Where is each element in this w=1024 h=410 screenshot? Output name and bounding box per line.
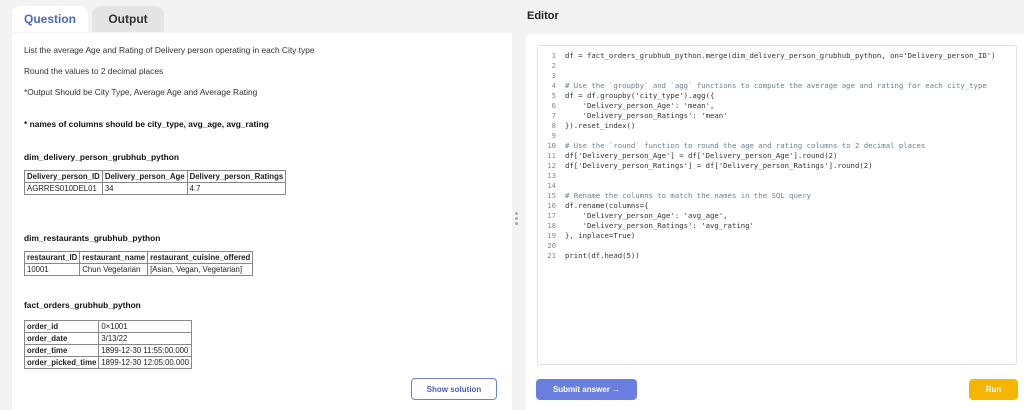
tab-question[interactable]: Question xyxy=(12,6,88,32)
line-number: 11 xyxy=(547,151,556,160)
code-text: # Use the `groupby` and `agg` functions … xyxy=(565,81,987,90)
table-cell: [Asian, Vegan, Vegetarian] xyxy=(147,263,254,276)
code-text: 'Delivery_person_Ratings': 'mean' xyxy=(565,111,728,120)
table-delivery-person: Delivery_person_ID Delivery_person_Age D… xyxy=(24,170,287,195)
drag-dot-icon xyxy=(515,212,518,215)
drag-dot-icon xyxy=(515,217,518,220)
question-text: List the average Age and Rating of Deliv… xyxy=(24,45,315,55)
table-header-row: Delivery_person_ID Delivery_person_Age D… xyxy=(24,170,287,183)
table-value-cell: 0×1001 xyxy=(98,320,192,333)
question-instruction: Round the values to 2 decimal places xyxy=(24,66,164,76)
line-number: 8 xyxy=(551,121,556,130)
table-header-cell: Delivery_person_ID xyxy=(24,170,103,183)
table-value-cell: 1899-12-30 12:05:00.000 xyxy=(98,356,192,369)
table-key-cell: order_date xyxy=(23,332,100,345)
code-text: df = df.groupby('city_type').agg({ xyxy=(565,91,715,100)
table-value-cell: 1899-12-30 11:55:00.000 xyxy=(98,344,192,357)
line-number: 5 xyxy=(551,91,556,100)
code-text: df.rename(columns={ xyxy=(565,201,649,210)
line-number: 2 xyxy=(551,61,556,70)
line-number: 6 xyxy=(551,101,556,110)
question-columns-note: * names of columns should be city_type, … xyxy=(24,119,269,129)
table-row: order_id 0×1001 xyxy=(23,320,192,333)
line-number: 19 xyxy=(547,231,556,240)
table-header-cell: restaurant_cuisine_offered xyxy=(147,251,254,264)
table-header-cell: restaurant_name xyxy=(79,251,149,264)
table-key-cell: order_picked_time xyxy=(23,356,100,369)
table-cell: 4.7 xyxy=(186,182,287,195)
table-cell: 10001 xyxy=(23,263,81,276)
code-text: }, inplace=True) xyxy=(565,231,636,240)
tab-output[interactable]: Output xyxy=(92,6,164,32)
question-output-note: *Output Should be City Type, Average Age… xyxy=(24,87,258,97)
table-row: AGRRES010DEL01 34 4.7 xyxy=(24,182,287,195)
line-number: 16 xyxy=(547,201,556,210)
pane-resize-handle[interactable] xyxy=(514,210,520,227)
code-text: 'Delivery_person_Age': 'mean', xyxy=(565,101,715,110)
line-number: 20 xyxy=(547,241,556,250)
table-header-cell: restaurant_ID xyxy=(23,251,81,264)
table-header-cell: Delivery_person_Ratings xyxy=(186,170,287,183)
table-value-cell: 3/13/22 xyxy=(98,332,192,345)
table-row: order_time 1899-12-30 11:55:00.000 xyxy=(23,344,192,357)
table-header-cell: Delivery_person_Age xyxy=(101,170,188,183)
line-number: 4 xyxy=(551,81,556,90)
table-key-cell: order_time xyxy=(23,344,100,357)
table-key-cell: order_id xyxy=(23,320,100,333)
table-row: order_date 3/13/22 xyxy=(23,332,192,345)
question-pane: Question Output List the average Age and… xyxy=(10,0,512,410)
line-number: 10 xyxy=(547,141,556,150)
run-button[interactable]: Run xyxy=(969,379,1018,400)
line-number: 15 xyxy=(547,191,556,200)
table-cell: Chun Vegetarian xyxy=(79,263,149,276)
table-row: 10001 Chun Vegetarian [Asian, Vegan, Veg… xyxy=(23,263,254,276)
line-number: 17 xyxy=(547,211,556,220)
table-title-orders: fact_orders_grubhub_python xyxy=(24,300,141,310)
code-text: # Use the `round` function to round the … xyxy=(565,141,926,150)
table-restaurants: restaurant_ID restaurant_name restaurant… xyxy=(23,251,254,276)
table-row: order_picked_time 1899-12-30 12:05:00.00… xyxy=(23,356,192,369)
line-number: 7 xyxy=(551,111,556,120)
drag-dot-icon xyxy=(515,222,518,225)
table-title-delivery-person: dim_delivery_person_grubhub_python xyxy=(24,152,179,162)
table-cell: 34 xyxy=(101,182,188,195)
table-orders: order_id 0×1001 order_date 3/13/22 order… xyxy=(23,320,192,369)
code-text: # Rename the columns to match the names … xyxy=(565,191,812,200)
table-title-restaurants: dim_restaurants_grubhub_python xyxy=(24,233,161,243)
code-text: df['Delivery_person_Ratings'] = df['Deli… xyxy=(565,161,873,170)
line-number: 3 xyxy=(551,71,556,80)
line-number: 9 xyxy=(551,131,556,140)
line-number: 14 xyxy=(547,181,556,190)
line-number: 13 xyxy=(547,171,556,180)
code-text: }).reset_index() xyxy=(565,121,636,130)
code-text: print(df.head(5)) xyxy=(565,251,640,260)
code-editor[interactable]: 1 df = fact_orders_grubhub_python.merge(d… xyxy=(537,45,1017,365)
submit-answer-button[interactable]: Submit answer → xyxy=(536,379,637,400)
line-number: 12 xyxy=(547,161,556,170)
line-number: 21 xyxy=(547,251,556,260)
code-text: 'Delivery_person_Ratings': 'avg_rating' xyxy=(565,221,754,230)
question-panel: List the average Age and Rating of Deliv… xyxy=(12,33,512,370)
editor-title: Editor xyxy=(527,10,559,22)
code-text: df['Delivery_person_Age'] = df['Delivery… xyxy=(565,151,838,160)
code-text: df = fact_orders_grubhub_python.merge(di… xyxy=(565,51,996,60)
code-text: 'Delivery_person_Age': 'avg_age', xyxy=(565,211,728,220)
line-number: 1 xyxy=(551,51,556,60)
table-header-row: restaurant_ID restaurant_name restaurant… xyxy=(23,251,254,264)
show-solution-button[interactable]: Show solution xyxy=(411,378,497,400)
table-cell: AGRRES010DEL01 xyxy=(24,182,103,195)
line-number: 18 xyxy=(547,221,556,230)
